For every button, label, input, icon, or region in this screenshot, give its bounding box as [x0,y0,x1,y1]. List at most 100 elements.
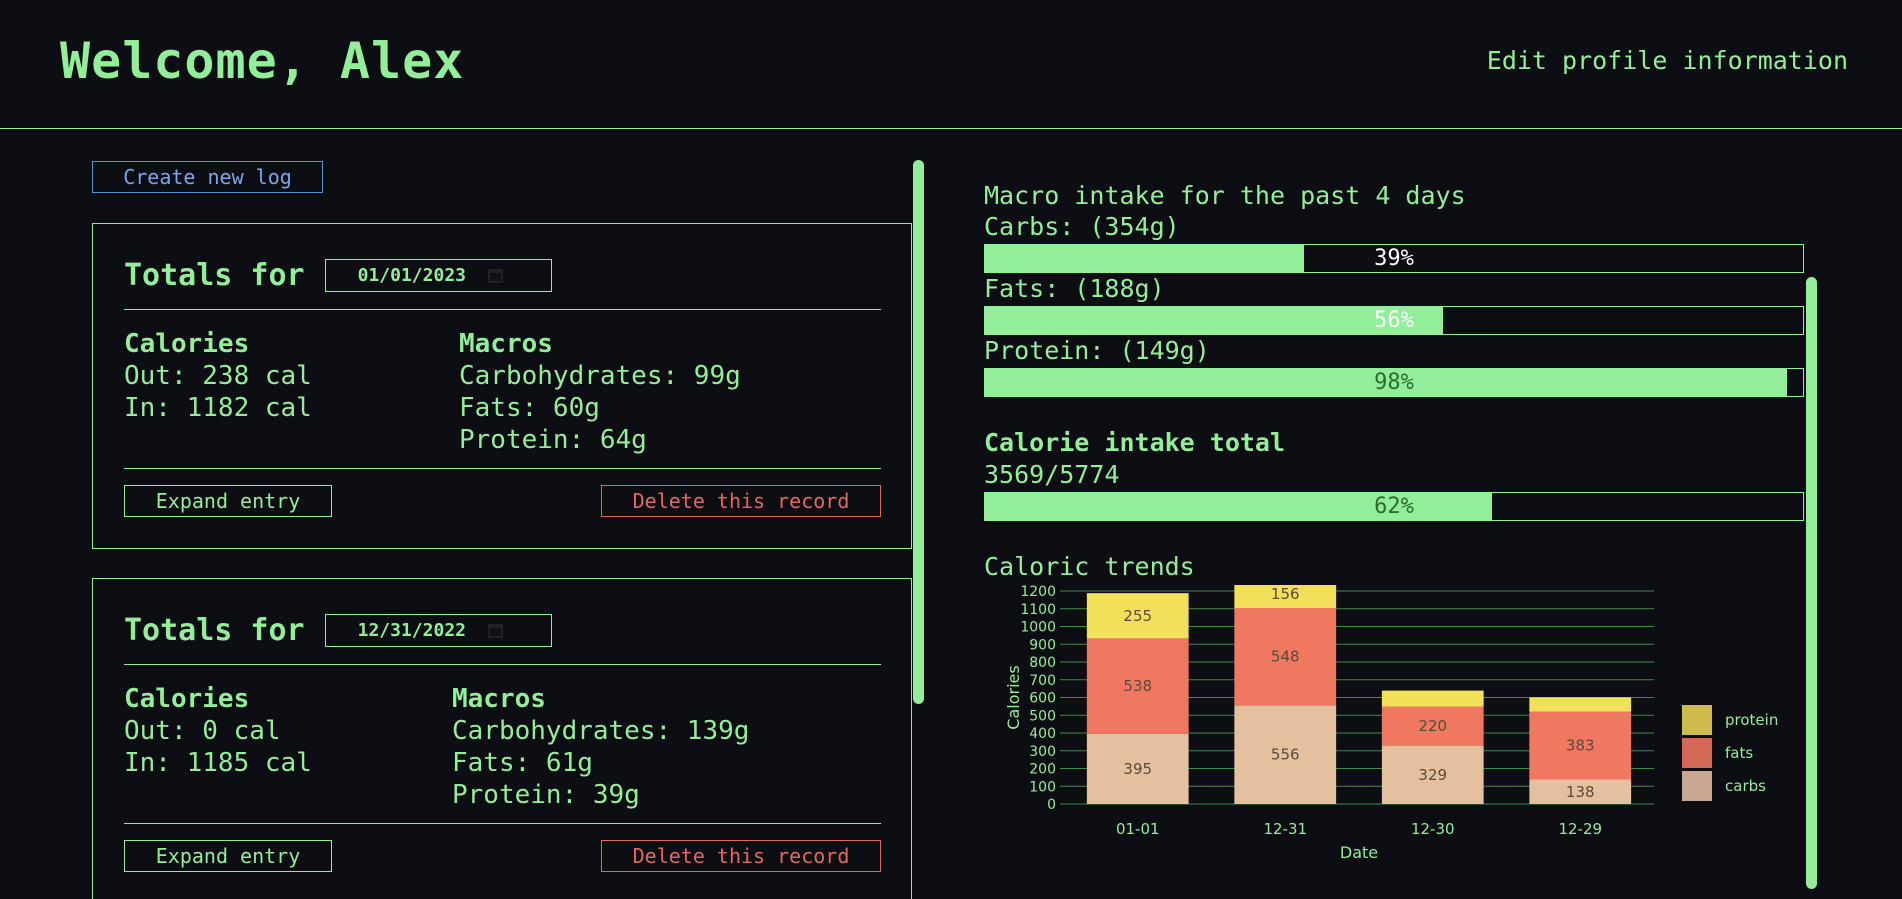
fats-progress-bar: 56% [984,306,1804,335]
create-log-button[interactable]: Create new log [92,161,323,193]
caloric-trends-svg: 0100200300400500600700800900100011001200… [1004,580,1778,862]
macros-fats: Fats: 60g [459,393,600,423]
data-label-carbs: 329 [1418,766,1447,784]
x-axis-label: Date [1340,843,1378,862]
y-tick-label: 0 [1047,797,1056,813]
bar-protein [1529,697,1632,712]
calories-column: Calories Out: 238 cal In: 1182 cal [124,328,312,424]
legend-swatch-protein [1682,705,1712,735]
x-tick-label: 12-29 [1558,820,1602,838]
calorie-intake-title: Calorie intake total [984,428,1286,457]
data-label-carbs: 138 [1566,783,1595,801]
y-tick-label: 100 [1029,779,1056,795]
carbs-percent: 39% [1374,246,1414,271]
calories-in: In: 1185 cal [124,748,312,778]
log-list-panel[interactable]: Create new log Totals for 01/01/2023 Cal… [0,130,930,899]
totals-label: Totals for [124,613,305,648]
data-label-carbs: 556 [1271,746,1300,764]
data-label-protein: 255 [1123,607,1152,625]
macro-intake-title: Macro intake for the past 4 days [984,181,1466,210]
date-input[interactable]: 12/31/2022 [324,614,552,647]
bar-protein [1381,690,1484,707]
legend-label-protein: protein [1725,711,1778,729]
y-axis-label: Calories [1004,665,1023,729]
data-label-fats: 538 [1123,677,1152,695]
calories-out: Out: 0 cal [124,716,281,746]
y-tick-label: 400 [1029,726,1056,742]
calories-out: Out: 238 cal [124,361,312,391]
y-tick-label: 300 [1029,744,1056,760]
x-tick-label: 01-01 [1116,820,1160,838]
caloric-trends-title: Caloric trends [984,552,1195,581]
macros-protein: Protein: 39g [452,780,640,810]
calorie-percent: 62% [1374,494,1414,519]
x-tick-label: 12-31 [1263,820,1307,838]
legend-label-carbs: carbs [1725,777,1766,795]
date-value: 01/01/2023 [357,265,466,286]
macros-title: Macros [459,329,553,359]
totals-row: Totals for 01/01/2023 [124,258,552,293]
log-list-scrollbar[interactable] [913,160,924,704]
y-tick-label: 1000 [1020,620,1056,636]
legend-swatch-fats [1682,738,1712,768]
legend-swatch-carbs [1682,771,1712,801]
divider [124,664,881,665]
calories-title: Calories [124,329,250,359]
summary-scrollbar[interactable] [1806,277,1817,889]
y-tick-label: 700 [1029,673,1056,689]
calorie-intake-value: 3569/5774 [984,460,1120,489]
data-label-protein: 156 [1271,585,1300,603]
data-label-carbs: 395 [1123,760,1152,778]
calorie-progress-bar: 62% [984,492,1804,521]
data-label-fats: 220 [1418,717,1447,735]
divider [124,468,881,469]
log-entry-card: Totals for 01/01/2023 Calories Out: 238 … [92,223,912,549]
expand-entry-button[interactable]: Expand entry [124,485,332,517]
calories-in: In: 1182 cal [124,393,312,423]
calendar-icon[interactable] [488,623,503,638]
log-entry-card: Totals for 12/31/2022 Calories Out: 0 ca… [92,578,912,899]
y-tick-label: 500 [1029,708,1056,724]
y-tick-label: 900 [1029,637,1056,653]
data-label-fats: 548 [1271,648,1300,666]
macros-protein: Protein: 64g [459,425,647,455]
y-tick-label: 1100 [1020,602,1056,618]
macros-carbs: Carbohydrates: 99g [459,361,741,391]
carbs-label: Carbs: (354g) [984,212,1180,241]
calendar-icon[interactable] [488,268,503,283]
y-tick-label: 800 [1029,655,1056,671]
delete-record-button[interactable]: Delete this record [601,840,881,872]
header: Welcome, Alex Edit profile information [0,0,1902,129]
protein-percent: 98% [1374,370,1414,395]
legend-label-fats: fats [1725,744,1753,762]
divider [124,823,881,824]
date-input[interactable]: 01/01/2023 [324,259,552,292]
expand-entry-button[interactable]: Expand entry [124,840,332,872]
macros-column: Macros Carbohydrates: 139g Fats: 61g Pro… [452,683,749,811]
data-label-fats: 383 [1566,737,1595,755]
calories-column: Calories Out: 0 cal In: 1185 cal [124,683,312,779]
macros-fats: Fats: 61g [452,748,593,778]
totals-label: Totals for [124,258,305,293]
y-tick-label: 200 [1029,762,1056,778]
totals-row: Totals for 12/31/2022 [124,613,552,648]
macros-carbs: Carbohydrates: 139g [452,716,750,746]
macros-title: Macros [452,684,546,714]
date-value: 12/31/2022 [357,620,466,641]
y-tick-label: 600 [1029,691,1056,707]
edit-profile-link[interactable]: Edit profile information [1487,46,1848,75]
welcome-title: Welcome, Alex [60,32,465,90]
y-tick-label: 1200 [1020,585,1056,600]
caloric-trends-chart: 0 100 200 300 400 500 600 700 800 900 1000 1100 1200… [984,580,1804,865]
summary-panel: Macro intake for the past 4 days Carbs: … [984,130,1902,899]
delete-record-button[interactable]: Delete this record [601,485,881,517]
x-tick-label: 12-30 [1411,820,1455,838]
fats-percent: 56% [1374,308,1414,333]
fats-label: Fats: (188g) [984,274,1165,303]
calories-title: Calories [124,684,250,714]
protein-progress-bar: 98% [984,368,1804,397]
macros-column: Macros Carbohydrates: 99g Fats: 60g Prot… [459,328,741,456]
carbs-progress-bar: 39% [984,244,1804,273]
protein-label: Protein: (149g) [984,336,1210,365]
divider [124,309,881,310]
